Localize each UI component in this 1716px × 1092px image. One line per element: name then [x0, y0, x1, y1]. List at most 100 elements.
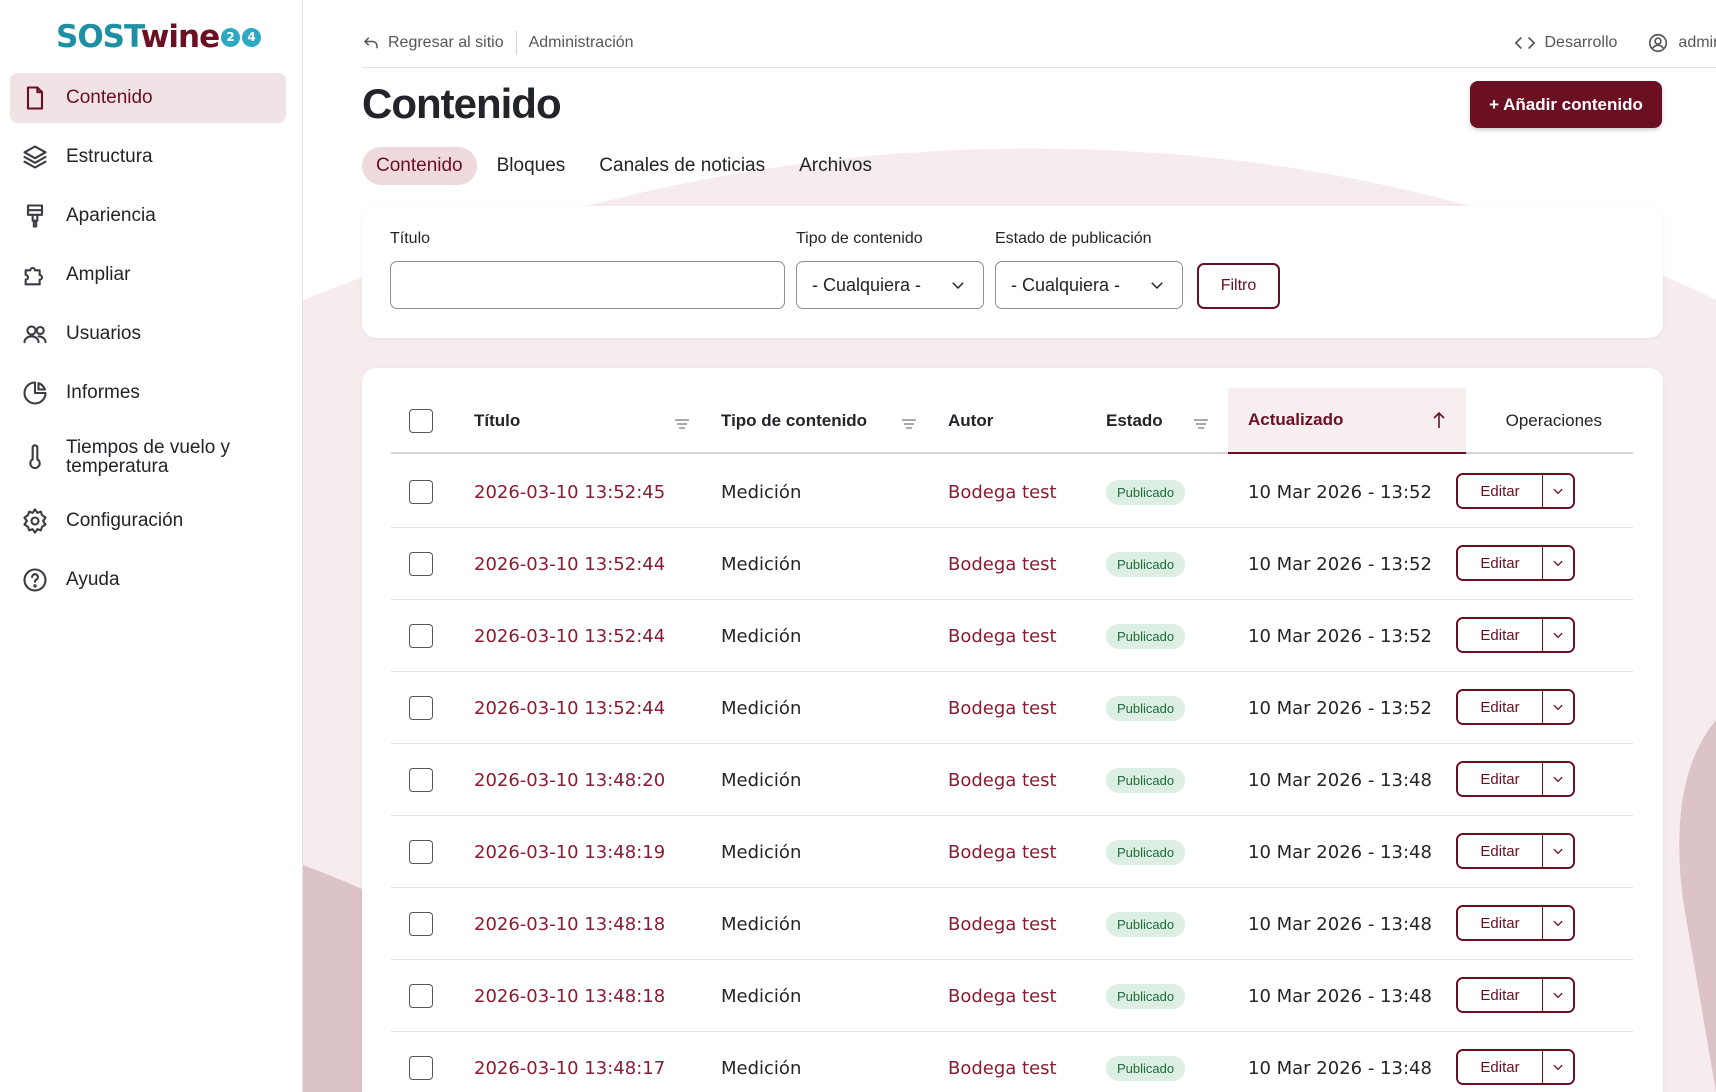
- row-title-link[interactable]: 2026-03-10 13:52:44: [474, 600, 665, 672]
- row-updated: 10 Mar 2026 - 13:48: [1248, 841, 1432, 863]
- developer-menu[interactable]: Desarrollo: [1514, 32, 1617, 54]
- row-updated: 10 Mar 2026 - 13:48: [1248, 913, 1432, 935]
- row-title-link[interactable]: 2026-03-10 13:52:44: [474, 672, 665, 744]
- sidebar-item-apariencia[interactable]: Apariencia: [10, 191, 286, 241]
- status-badge: Publicado: [1106, 479, 1186, 505]
- chevron-down-icon: [1553, 848, 1563, 855]
- row-checkbox[interactable]: [409, 768, 433, 792]
- row-select-cell: [409, 672, 433, 744]
- back-to-site-link[interactable]: Regresar al sitio: [362, 30, 517, 55]
- thermometer-icon: [20, 442, 50, 472]
- row-select-cell: [409, 744, 433, 816]
- row-checkbox[interactable]: [409, 480, 433, 504]
- row-author-link[interactable]: Bodega test: [948, 672, 1057, 744]
- select-all-cell: [409, 388, 439, 454]
- operations-dropdown-toggle[interactable]: [1543, 979, 1573, 1011]
- help-icon: [20, 565, 50, 595]
- row-title-link[interactable]: 2026-03-10 13:48:18: [474, 960, 665, 1032]
- sidebar-item-contenido[interactable]: Contenido: [10, 73, 286, 123]
- title-filter-input[interactable]: [390, 261, 785, 309]
- edit-button[interactable]: Editar: [1458, 835, 1543, 867]
- edit-button[interactable]: Editar: [1458, 475, 1543, 507]
- sort-icon: [1193, 415, 1209, 429]
- sidebar-item-configuracion[interactable]: Configuración: [10, 496, 286, 546]
- sidebar-item-ampliar[interactable]: Ampliar: [10, 250, 286, 300]
- paint-brush-icon: [20, 201, 50, 231]
- tab-contenido[interactable]: Contenido: [362, 147, 477, 185]
- admin-breadcrumb[interactable]: Administración: [517, 34, 634, 52]
- pie-chart-icon: [20, 378, 50, 408]
- operations-dropdown-toggle[interactable]: [1543, 619, 1573, 651]
- row-author-link[interactable]: Bodega test: [948, 888, 1057, 960]
- operations-dropdown-toggle[interactable]: [1543, 475, 1573, 507]
- operations-dropdown-toggle[interactable]: [1543, 547, 1573, 579]
- table-row: 2026-03-10 13:52:45 Medición Bodega test…: [391, 456, 1633, 528]
- user-menu[interactable]: admin: [1647, 32, 1716, 54]
- row-title-link[interactable]: 2026-03-10 13:48:19: [474, 816, 665, 888]
- edit-button[interactable]: Editar: [1458, 619, 1543, 651]
- site-logo[interactable]: SOSTwine 24: [56, 18, 262, 56]
- add-content-button[interactable]: + Añadir contenido: [1470, 81, 1662, 128]
- row-checkbox[interactable]: [409, 552, 433, 576]
- edit-button[interactable]: Editar: [1458, 691, 1543, 723]
- row-checkbox[interactable]: [409, 984, 433, 1008]
- chevron-down-icon: [1553, 1064, 1563, 1071]
- publish-status-select[interactable]: - Cualquiera -: [995, 261, 1183, 309]
- tab-bloques[interactable]: Bloques: [483, 147, 580, 185]
- content-type-select[interactable]: - Cualquiera -: [796, 261, 984, 309]
- row-title-link[interactable]: 2026-03-10 13:52:45: [474, 456, 665, 528]
- row-author-link[interactable]: Bodega test: [948, 1032, 1057, 1092]
- tab-archivos[interactable]: Archivos: [785, 147, 886, 185]
- row-select-cell: [409, 456, 433, 528]
- row-title-link[interactable]: 2026-03-10 13:48:20: [474, 744, 665, 816]
- main-content: Regresar al sitio Administración Desarro…: [303, 0, 1716, 1092]
- edit-button[interactable]: Editar: [1458, 1051, 1543, 1083]
- sidebar-item-informes[interactable]: Informes: [10, 368, 286, 418]
- sidebar-item-ayuda[interactable]: Ayuda: [10, 555, 286, 605]
- column-header-status[interactable]: Estado: [1106, 388, 1209, 454]
- row-title-link[interactable]: 2026-03-10 13:52:44: [474, 528, 665, 600]
- publish-status-select-value: - Cualquiera -: [1011, 274, 1121, 295]
- sidebar-item-tiempos-de-vuelo[interactable]: Tiempos de vuelo y temperatura: [10, 427, 286, 487]
- row-title-link[interactable]: 2026-03-10 13:48:17: [474, 1032, 665, 1092]
- sidebar-item-estructura[interactable]: Estructura: [10, 132, 286, 182]
- row-status-cell: Publicado: [1106, 528, 1186, 600]
- row-checkbox[interactable]: [409, 1056, 433, 1080]
- row-author-link[interactable]: Bodega test: [948, 960, 1057, 1032]
- select-all-checkbox[interactable]: [409, 409, 433, 433]
- row-operations: Editar: [1456, 689, 1575, 725]
- column-header-type[interactable]: Tipo de contenido: [721, 388, 917, 454]
- edit-button[interactable]: Editar: [1458, 547, 1543, 579]
- column-header-title[interactable]: Título: [474, 388, 690, 454]
- row-checkbox[interactable]: [409, 912, 433, 936]
- operations-dropdown-toggle[interactable]: [1543, 691, 1573, 723]
- operations-dropdown-toggle[interactable]: [1543, 835, 1573, 867]
- edit-button[interactable]: Editar: [1458, 979, 1543, 1011]
- row-title-link[interactable]: 2026-03-10 13:48:18: [474, 888, 665, 960]
- filter-button[interactable]: Filtro: [1197, 263, 1280, 309]
- row-updated: 10 Mar 2026 - 13:48: [1248, 1057, 1432, 1079]
- row-checkbox[interactable]: [409, 840, 433, 864]
- row-author-link[interactable]: Bodega test: [948, 816, 1057, 888]
- chevron-down-icon: [1553, 632, 1563, 639]
- operations-dropdown-toggle[interactable]: [1543, 907, 1573, 939]
- sidebar-item-usuarios[interactable]: Usuarios: [10, 309, 286, 359]
- row-checkbox[interactable]: [409, 624, 433, 648]
- row-author-link[interactable]: Bodega test: [948, 600, 1057, 672]
- row-author-link[interactable]: Bodega test: [948, 744, 1057, 816]
- row-author-link[interactable]: Bodega test: [948, 528, 1057, 600]
- row-checkbox[interactable]: [409, 696, 433, 720]
- operations-dropdown-toggle[interactable]: [1543, 763, 1573, 795]
- row-author-link[interactable]: Bodega test: [948, 456, 1057, 528]
- edit-button[interactable]: Editar: [1458, 763, 1543, 795]
- sort-icon: [674, 415, 690, 429]
- puzzle-icon: [20, 260, 50, 290]
- column-header-label: Título: [474, 411, 521, 430]
- edit-button[interactable]: Editar: [1458, 907, 1543, 939]
- users-icon: [20, 319, 50, 349]
- column-header-updated[interactable]: Actualizado: [1228, 388, 1466, 454]
- operations-dropdown-toggle[interactable]: [1543, 1051, 1573, 1083]
- content-table: Título Tipo de contenido Autor Estado Ac…: [362, 368, 1663, 1092]
- tab-canales-de-noticias[interactable]: Canales de noticias: [585, 147, 779, 185]
- column-header-author: Autor: [948, 388, 1068, 454]
